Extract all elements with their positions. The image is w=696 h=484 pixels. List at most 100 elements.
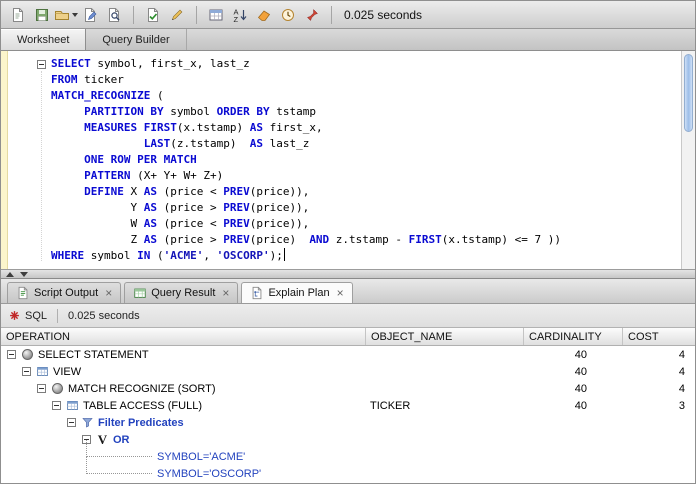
sql-label: SQL [25, 309, 48, 322]
text-cursor [283, 248, 285, 261]
search-document-button[interactable] [103, 4, 125, 26]
tab-query-builder-label: Query Builder [102, 33, 170, 46]
operation-label: SYMBOL='ACME' [157, 450, 246, 463]
cost-cell: 4 [678, 365, 685, 378]
edit-document-button[interactable] [79, 4, 101, 26]
close-icon[interactable]: × [337, 287, 344, 299]
column-header-cost[interactable]: COST [623, 328, 695, 345]
operation-label: SELECT STATEMENT [38, 348, 149, 361]
sql-editor[interactable]: SELECT symbol, first_x, last_z FROM ticke… [1, 51, 695, 269]
sort-az-button[interactable]: AZ [229, 4, 251, 26]
toolbar-separator [133, 5, 134, 24]
panel-splitter[interactable] [1, 269, 695, 279]
query-result-icon [133, 286, 147, 300]
open-folder-button[interactable] [54, 4, 78, 26]
explain-plan-icon [250, 286, 264, 300]
plan-execution-time: 0.025 seconds [68, 309, 140, 322]
explain-plan-toolbar: SQL 0.025 seconds [1, 304, 695, 328]
history-button[interactable] [277, 4, 299, 26]
operation-label: SYMBOL='OSCORP' [157, 467, 262, 480]
operation-cell: TABLE ACCESS (FULL) [1, 397, 366, 414]
bottom-tabbar: Script Output × Query Result × Explain Plan × [1, 279, 695, 304]
plan-row[interactable]: TABLE ACCESS (FULL) TICKER 40 3 [1, 397, 695, 414]
pencil-button[interactable] [166, 4, 188, 26]
commit-button[interactable] [142, 4, 164, 26]
dropdown-arrow-icon[interactable] [72, 12, 78, 17]
code-line: WHERE symbol IN ('ACME', 'OSCORP'); [51, 248, 285, 262]
edit-document-icon [82, 7, 98, 23]
main-toolbar: AZ 0.025 seconds [1, 1, 695, 29]
sql-worksheet-button[interactable] [205, 4, 227, 26]
operation-label: TABLE ACCESS (FULL) [83, 399, 202, 412]
history-icon [280, 7, 296, 23]
tab-label: Explain Plan [268, 287, 330, 299]
statement-icon [52, 383, 63, 394]
sql-icon[interactable] [9, 310, 20, 321]
code-line: LAST(z.tstamp) AS last_z [143, 137, 310, 150]
column-header-operation[interactable]: OPERATION [1, 328, 366, 345]
plan-row[interactable]: Filter Predicates [1, 414, 695, 431]
close-icon[interactable]: × [105, 287, 112, 299]
tab-query-result[interactable]: Query Result × [124, 282, 239, 303]
close-icon[interactable]: × [222, 287, 229, 299]
tab-worksheet-label: Worksheet [17, 33, 70, 46]
operation-cell: SYMBOL='ACME' [1, 440, 366, 465]
tab-query-builder[interactable]: Query Builder [86, 29, 187, 50]
cardinality-cell: 40 [574, 348, 587, 361]
script-output-icon [16, 286, 30, 300]
code-line: Z AS (price > PREV(price) AND z.tstamp -… [51, 233, 562, 246]
pin-button[interactable] [301, 4, 323, 26]
collapse-icon[interactable] [22, 367, 31, 376]
expand-up-icon[interactable] [6, 271, 14, 277]
tab-worksheet[interactable]: Worksheet [1, 29, 87, 50]
save-button[interactable] [31, 4, 53, 26]
collapse-icon[interactable] [52, 401, 61, 410]
operation-cell: V OR [1, 431, 366, 448]
save-icon [34, 7, 50, 23]
tab-explain-plan[interactable]: Explain Plan × [241, 282, 353, 303]
operation-cell: SYMBOL='OSCORP' [1, 457, 366, 482]
worksheet-tabbar: Worksheet Query Builder [1, 29, 695, 51]
cardinality-cell: 40 [574, 365, 587, 378]
collapse-icon[interactable] [37, 384, 46, 393]
code-line: FROM ticker [51, 73, 124, 86]
plan-rows: SELECT STATEMENT 40 4 VIEW 40 4 MATCH RECOGNIZ… [1, 346, 695, 483]
tab-script-output[interactable]: Script Output × [7, 282, 122, 303]
operation-label: MATCH RECOGNIZE (SORT) [68, 382, 216, 395]
code-lines: SELECT symbol, first_x, last_z FROM ticke… [51, 56, 561, 264]
code-line: SELECT symbol, first_x, last_z [51, 57, 250, 70]
code-line: Y AS (price > PREV(price)), [51, 201, 310, 214]
pin-icon [304, 7, 320, 23]
scrollbar-thumb[interactable] [684, 54, 693, 132]
code-line: MATCH_RECOGNIZE ( [51, 89, 164, 102]
operation-cell: MATCH RECOGNIZE (SORT) [1, 380, 366, 397]
collapse-icon[interactable] [7, 350, 16, 359]
plan-row[interactable]: SYMBOL='OSCORP' [1, 457, 695, 482]
plan-row[interactable]: MATCH RECOGNIZE (SORT) 40 4 [1, 380, 695, 397]
operation-cell: SELECT STATEMENT [1, 346, 366, 363]
plan-row[interactable]: VIEW 40 4 [1, 363, 695, 380]
tab-label: Script Output [34, 287, 99, 299]
code-line: ONE ROW PER MATCH [84, 153, 197, 166]
eraser-button[interactable] [253, 4, 275, 26]
column-header-object-name[interactable]: OBJECT_NAME [366, 328, 524, 345]
code-fold-icon[interactable] [37, 60, 46, 69]
commit-icon [145, 7, 161, 23]
operation-cell: Filter Predicates [1, 414, 366, 431]
open-folder-icon [54, 7, 70, 23]
filter-icon [81, 416, 94, 429]
eraser-icon [256, 7, 272, 23]
new-file-button[interactable] [7, 4, 29, 26]
operation-label: Filter Predicates [98, 416, 184, 429]
fold-scope-line [41, 71, 42, 261]
editor-scrollbar[interactable] [681, 51, 695, 269]
object-name-cell: TICKER [370, 399, 411, 412]
sql-developer-window: AZ 0.025 seconds Worksheet Query Builder… [0, 0, 696, 484]
column-header-cardinality[interactable]: CARDINALITY [524, 328, 623, 345]
pencil-icon [169, 7, 185, 23]
code-line: PATTERN (X+ Y+ W+ Z+) [84, 169, 224, 182]
collapse-down-icon[interactable] [20, 271, 28, 277]
cost-cell: 4 [678, 348, 685, 361]
collapse-icon[interactable] [67, 418, 76, 427]
plan-row[interactable]: SELECT STATEMENT 40 4 [1, 346, 695, 363]
